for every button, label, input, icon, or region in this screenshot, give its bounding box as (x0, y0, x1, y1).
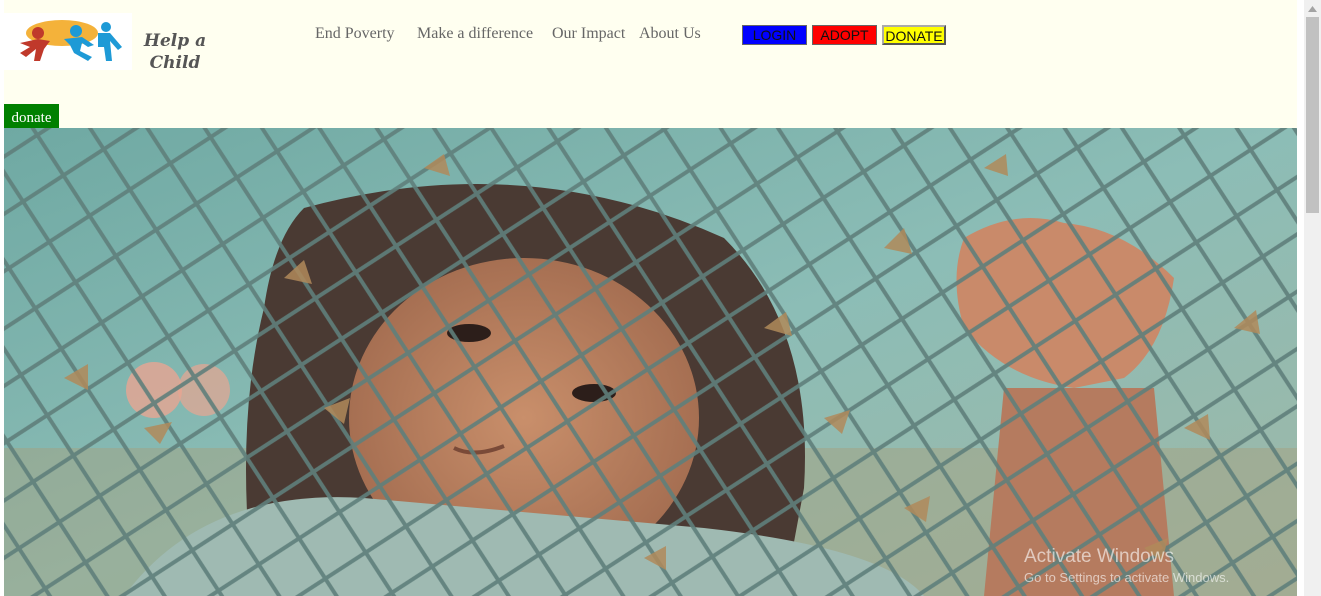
donate-button[interactable]: DONATE (882, 25, 946, 45)
login-button[interactable]: LOGIN (742, 25, 807, 45)
watermark-title: Activate Windows (1024, 546, 1174, 567)
hero-photo (4, 128, 1297, 596)
logo-text: Help a Child (143, 31, 207, 73)
nav-make-a-difference[interactable]: Make a difference (417, 25, 533, 43)
adopt-button[interactable]: ADOPT (812, 25, 877, 45)
nav-our-impact[interactable]: Our Impact (552, 25, 625, 43)
scroll-thumb[interactable] (1306, 17, 1319, 213)
watermark-subtitle: Go to Settings to activate Windows. (1024, 570, 1230, 585)
scroll-up-arrow-icon[interactable] (1304, 0, 1321, 17)
windows-activation-watermark: Activate Windows Go to Settings to activ… (1024, 546, 1229, 588)
donate-link[interactable]: donate (4, 104, 59, 128)
hero-image (4, 128, 1297, 596)
vertical-scrollbar[interactable] (1304, 0, 1321, 596)
children-logo-icon (20, 20, 122, 61)
nav-end-poverty[interactable]: End Poverty (315, 25, 395, 43)
page: Help a Child End Poverty Make a differen… (4, 0, 1297, 596)
nav-about-us[interactable]: About Us (639, 25, 701, 43)
logo[interactable] (4, 13, 132, 70)
